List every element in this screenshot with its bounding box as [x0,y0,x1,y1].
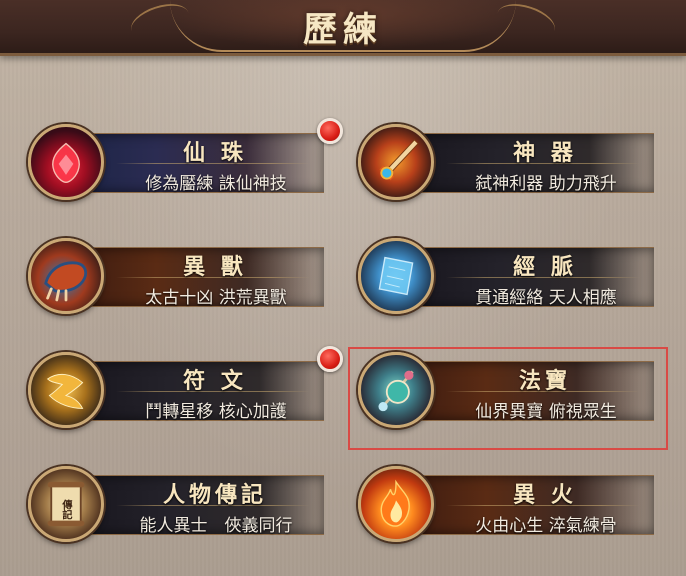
card-title: 仙 珠 [183,140,247,166]
beast-claw-icon [28,238,104,314]
header-bar: 歷練 [0,0,686,56]
card-strange-fire[interactable]: 異 火 火由心生 淬氣練骨 [358,466,658,542]
card-title: 人物傳記 [162,482,267,508]
card-title: 異 獸 [183,254,247,280]
card-title: 異 火 [513,482,577,508]
card-divine-artifact[interactable]: 神 器 弑神利器 助力飛升 [358,124,658,200]
card-subtitle: 火由心生 淬氣練骨 [475,516,617,536]
card-meridians[interactable]: 經 脈 貫通經絡 天人相應 [358,238,658,314]
card-subtitle: 弑神利器 助力飛升 [475,174,617,194]
card-subtitle: 能人異士 俠義同行 [139,516,293,536]
notification-dot [317,346,343,372]
card-immortal-pearl[interactable]: 仙 珠 修為靨練 誅仙神技 [28,124,328,200]
card-runes[interactable]: 符 文 鬥轉星移 核心加護 [28,352,328,428]
scroll-label: 傳記 [60,498,73,520]
red-pearl-icon [28,124,104,200]
card-subtitle: 鬥轉星移 核心加護 [145,402,287,422]
biography-scroll-icon: 傳記 [28,466,104,542]
golden-rune-icon [28,352,104,428]
flaming-sword-icon [358,124,434,200]
card-title: 神 器 [513,140,577,166]
selection-outline [348,347,668,450]
card-title: 經 脈 [513,254,577,280]
card-subtitle: 貫通經絡 天人相應 [475,288,617,308]
card-title: 符 文 [183,368,247,394]
card-subtitle: 修為靨練 誅仙神技 [145,174,287,194]
notification-dot [317,118,343,144]
card-subtitle: 太古十凶 洪荒異獸 [145,288,287,308]
page-title: 歷練 [303,10,383,50]
fire-icon [358,466,434,542]
card-character-biography[interactable]: 傳記 人物傳記 能人異士 俠義同行 [28,466,328,542]
blue-crystal-icon [358,238,434,314]
card-mythic-beast[interactable]: 異 獸 太古十凶 洪荒異獸 [28,238,328,314]
